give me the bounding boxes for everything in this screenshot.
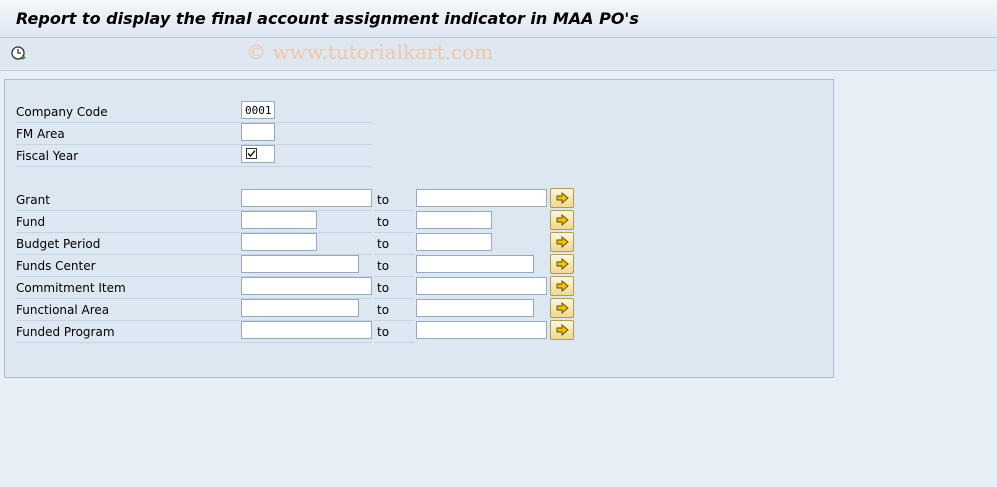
page-title: Report to display the final account assi… [16,9,639,28]
budget-period-multiple-selection-button[interactable] [550,232,574,252]
fm-area-input[interactable] [241,123,275,141]
functional-area-high-input[interactable] [416,299,534,317]
funds-center-multiple-selection-button[interactable] [550,254,574,274]
range-budget-period: Budget Period [16,233,372,255]
commitment-item-multiple-selection-button[interactable] [550,276,574,296]
budget-period-to-label: to [377,237,390,251]
param-fm-area: FM Area [16,123,372,145]
funds-center-label: Funds Center [16,259,96,273]
arrow-right-icon [556,302,569,314]
budget-period-low-input[interactable] [241,233,317,251]
grant-label: Grant [16,193,50,207]
grant-multiple-selection-button[interactable] [550,188,574,208]
fiscal-year-label: Fiscal Year [16,149,79,163]
commitment-item-label: Commitment Item [16,281,126,295]
functional-area-multiple-selection-button[interactable] [550,298,574,318]
arrow-right-icon [556,258,569,270]
watermark: © www.tutorialkart.com [246,40,494,64]
fund-to-label: to [377,215,390,229]
funds-center-high-input[interactable] [416,255,534,273]
grant-low-input[interactable] [241,189,372,207]
functional-area-to-label: to [377,303,390,317]
application-toolbar: © www.tutorialkart.com [0,38,997,71]
arrow-right-icon [556,280,569,292]
budget-period-high-input[interactable] [416,233,492,251]
funds-center-to-label: to [377,259,390,273]
title-bar: Report to display the final account assi… [0,0,997,38]
fund-label: Fund [16,215,46,229]
functional-area-low-input[interactable] [241,299,359,317]
funded-program-to-label: to [377,325,390,339]
required-check-icon [246,148,257,159]
commitment-item-to-label: to [377,281,390,295]
grant-high-input[interactable] [416,189,547,207]
fund-multiple-selection-button[interactable] [550,210,574,230]
functional-area-label: Functional Area [16,303,110,317]
commitment-item-low-input[interactable] [241,277,372,295]
funded-program-multiple-selection-button[interactable] [550,320,574,340]
budget-period-label: Budget Period [16,237,101,251]
arrow-right-icon [556,324,569,336]
arrow-right-icon [556,236,569,248]
arrow-right-icon [556,192,569,204]
param-fiscal-year: Fiscal Year [16,145,372,167]
funded-program-label: Funded Program [16,325,115,339]
company-code-label: Company Code [16,105,108,119]
grant-to-label: to [377,193,390,207]
fund-low-input[interactable] [241,211,317,229]
param-company-code: Company Code [16,101,372,123]
range-fund: Fund [16,211,372,233]
execute-icon[interactable] [10,44,28,62]
commitment-item-high-input[interactable] [416,277,547,295]
funded-program-low-input[interactable] [241,321,372,339]
company-code-input[interactable]: 0001 [241,101,275,119]
arrow-right-icon [556,214,569,226]
funded-program-high-input[interactable] [416,321,547,339]
fund-high-input[interactable] [416,211,492,229]
fiscal-year-input[interactable] [241,145,275,163]
funds-center-low-input[interactable] [241,255,359,273]
fm-area-label: FM Area [16,127,65,141]
